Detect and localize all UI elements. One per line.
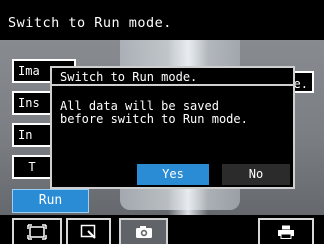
zoom-window-button[interactable] — [66, 218, 111, 244]
frame-icon — [27, 224, 47, 240]
printer-icon — [278, 225, 294, 239]
page-title: Switch to Run mode. — [8, 15, 172, 31]
title-bar: Switch to Run mode. — [0, 0, 324, 40]
side-menu-item-t[interactable]: T — [12, 155, 52, 179]
dialog-title: Switch to Run mode. — [52, 68, 293, 86]
zoom-window-icon — [80, 224, 96, 239]
confirm-dialog: Switch to Run mode. All data will be sav… — [50, 66, 295, 189]
main-screen: Switch to Run mode. Ima Ins In T Run e. — [0, 0, 324, 244]
frame-button[interactable] — [12, 218, 62, 244]
print-button[interactable] — [258, 218, 314, 244]
camera-button[interactable] — [119, 218, 168, 244]
yes-button[interactable]: Yes — [137, 164, 209, 185]
run-button[interactable]: Run — [12, 189, 89, 213]
no-button[interactable]: No — [222, 164, 290, 185]
dialog-message: All data will be saved before switch to … — [60, 99, 248, 126]
camera-icon — [135, 226, 152, 238]
